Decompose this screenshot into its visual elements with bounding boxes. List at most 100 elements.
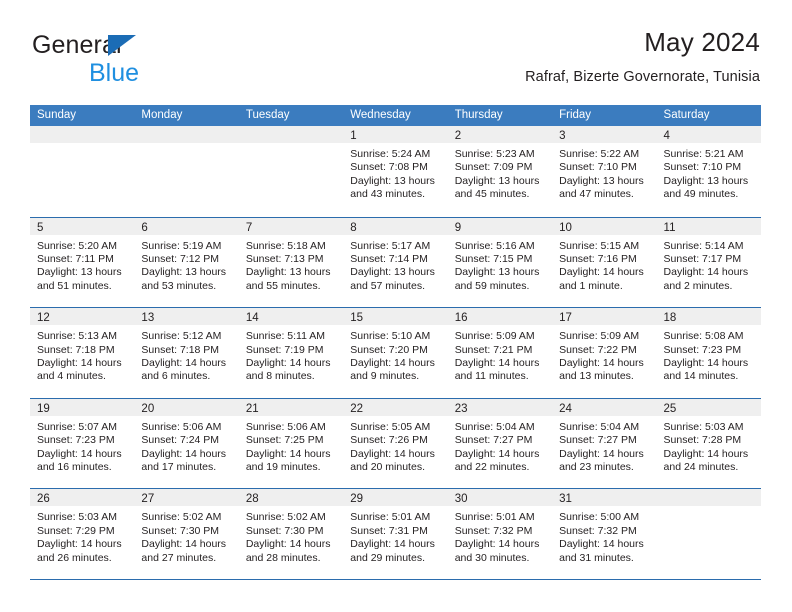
daylight-text-line2: and 11 minutes. bbox=[454, 370, 529, 383]
day-number: 17 bbox=[559, 312, 572, 325]
calendar-day-cell[interactable]: 16 Sunrise: 5:09 AM Sunset: 7:21 PM Dayligh… bbox=[447, 308, 553, 398]
day-number: 6 bbox=[141, 221, 148, 234]
day-details: Sunrise: 5:10 AM Sunset: 7:20 PM Daylight:… bbox=[343, 325, 447, 384]
calendar-day-cell[interactable]: 20 Sunrise: 5:06 AM Sunset: 7:24 PM Dayligh… bbox=[134, 398, 239, 489]
calendar-day-cell[interactable]: 24 Sunrise: 5:04 AM Sunset: 7:27 PM Dayligh… bbox=[552, 398, 657, 489]
daylight-text-line1: Daylight: 14 hours bbox=[454, 357, 540, 369]
sunrise-text: Sunrise: 5:09 AM bbox=[454, 330, 535, 343]
day-details: Sunrise: 5:20 AM Sunset: 7:11 PM Daylight:… bbox=[30, 235, 134, 294]
calendar-day-cell[interactable]: 10 Sunrise: 5:15 AM Sunset: 7:16 PM Dayligh… bbox=[552, 217, 657, 308]
daylight-text-line2: and 51 minutes. bbox=[37, 279, 112, 292]
day-number-strip: 7 bbox=[238, 217, 344, 235]
calendar-day-cell[interactable]: 26 Sunrise: 5:03 AM Sunset: 7:29 PM Dayligh… bbox=[30, 489, 135, 579]
weekday-header-saturday: Saturday bbox=[663, 109, 710, 121]
sunset-text: Sunset: 7:14 PM bbox=[350, 253, 428, 265]
daylight-text-line2: and 19 minutes. bbox=[245, 461, 321, 473]
daylight-text-line2: and 49 minutes. bbox=[663, 188, 739, 201]
calendar-day-cell[interactable]: 3 Sunrise: 5:22 AM Sunset: 7:10 PM Daylight… bbox=[552, 126, 657, 217]
daylight-text-line2: and 53 minutes. bbox=[141, 279, 217, 292]
weekday-header-wednesday: Wednesday bbox=[350, 109, 411, 121]
sunset-text: Sunset: 7:28 PM bbox=[663, 434, 742, 447]
sunrise-text: Sunrise: 5:05 AM bbox=[350, 420, 431, 433]
calendar-day-cell[interactable]: 31 Sunrise: 5:00 AM Sunset: 7:32 PM Dayligh… bbox=[552, 489, 657, 579]
daylight-text-line1: Daylight: 13 hours bbox=[350, 266, 435, 279]
calendar-day-cell[interactable]: 11 Sunrise: 5:14 AM Sunset: 7:17 PM Dayligh… bbox=[656, 217, 761, 308]
triangle-logo-icon bbox=[108, 35, 136, 56]
calendar-day-cell[interactable]: 30 Sunrise: 5:01 AM Sunset: 7:32 PM Dayligh… bbox=[447, 489, 553, 579]
daylight-text-line1: Daylight: 14 hours bbox=[245, 357, 331, 369]
grid-bottom-border bbox=[30, 578, 761, 580]
calendar-day-cell[interactable]: 23 Sunrise: 5:04 AM Sunset: 7:27 PM Dayligh… bbox=[447, 398, 553, 489]
day-number: 21 bbox=[245, 402, 259, 415]
daylight-text-line2: and 47 minutes. bbox=[559, 188, 634, 201]
day-details: Sunrise: 5:24 AM Sunset: 7:08 PM Daylight:… bbox=[343, 143, 447, 202]
daylight-text-line2: and 20 minutes. bbox=[350, 461, 425, 473]
day-details: Sunrise: 5:18 AM Sunset: 7:13 PM Daylight:… bbox=[239, 235, 343, 294]
calendar-day-cell[interactable]: 15 Sunrise: 5:10 AM Sunset: 7:20 PM Dayligh… bbox=[343, 308, 448, 398]
sunrise-text: Sunrise: 5:10 AM bbox=[350, 330, 431, 343]
calendar-day-cell[interactable]: 9 Sunrise: 5:16 AM Sunset: 7:15 PM Daylight… bbox=[447, 217, 553, 308]
sunrise-text: Sunrise: 5:17 AM bbox=[350, 239, 431, 252]
daylight-text-line1: Daylight: 14 hours bbox=[350, 357, 435, 369]
calendar-day-cell[interactable]: 19 Sunrise: 5:07 AM Sunset: 7:23 PM Dayligh… bbox=[30, 398, 135, 489]
calendar-day-cell[interactable]: 27 Sunrise: 5:02 AM Sunset: 7:30 PM Dayligh… bbox=[134, 489, 239, 579]
day-details: Sunrise: 5:16 AM Sunset: 7:15 PM Daylight:… bbox=[448, 235, 552, 294]
day-number-strip: 4 bbox=[656, 126, 761, 143]
day-number: 26 bbox=[37, 493, 50, 506]
calendar-day-cell[interactable]: 28 Sunrise: 5:02 AM Sunset: 7:30 PM Dayligh… bbox=[238, 489, 344, 579]
calendar-day-cell[interactable]: 17 Sunrise: 5:09 AM Sunset: 7:22 PM Dayligh… bbox=[552, 308, 657, 398]
calendar-day-cell[interactable]: 14 Sunrise: 5:11 AM Sunset: 7:19 PM Dayligh… bbox=[238, 308, 344, 398]
sunset-text: Sunset: 7:32 PM bbox=[559, 524, 637, 537]
page-header: General Blue May 2024 Rafraf, Bizerte Go… bbox=[30, 26, 760, 98]
day-number: 23 bbox=[454, 402, 468, 415]
calendar-day-cell[interactable]: 1 Sunrise: 5:24 AM Sunset: 7:08 PM Daylight… bbox=[343, 126, 448, 217]
daylight-text-line2: and 9 minutes. bbox=[350, 370, 420, 383]
day-number: 18 bbox=[663, 312, 677, 325]
calendar-day-cell[interactable]: 2 Sunrise: 5:23 AM Sunset: 7:09 PM Daylight… bbox=[447, 126, 553, 217]
day-number-strip: 1 bbox=[343, 126, 448, 143]
weekday-header-sunday: Sunday bbox=[37, 109, 77, 121]
calendar-empty-cell bbox=[238, 126, 344, 217]
sunset-text: Sunset: 7:27 PM bbox=[454, 434, 533, 447]
calendar-day-cell[interactable]: 25 Sunrise: 5:03 AM Sunset: 7:28 PM Dayligh… bbox=[656, 398, 761, 489]
sunrise-text: Sunrise: 5:23 AM bbox=[454, 148, 535, 160]
daylight-text-line1: Daylight: 13 hours bbox=[559, 174, 644, 187]
sunset-text: Sunset: 7:24 PM bbox=[141, 434, 220, 447]
day-number: 14 bbox=[245, 312, 259, 325]
daylight-text-line2: and 28 minutes. bbox=[245, 551, 321, 564]
calendar-day-cell[interactable]: 13 Sunrise: 5:12 AM Sunset: 7:18 PM Dayligh… bbox=[134, 308, 239, 398]
daylight-text-line1: Daylight: 13 hours bbox=[37, 266, 122, 279]
day-number-strip: 9 bbox=[447, 217, 553, 235]
day-number: 5 bbox=[37, 221, 44, 234]
day-number: 11 bbox=[663, 221, 676, 234]
day-number: 27 bbox=[141, 493, 155, 506]
calendar-day-cell[interactable]: 4 Sunrise: 5:21 AM Sunset: 7:10 PM Daylight… bbox=[656, 126, 761, 217]
calendar-week-row: 12 Sunrise: 5:13 AM Sunset: 7:18 PM Dayligh… bbox=[30, 307, 761, 398]
day-details: Sunrise: 5:23 AM Sunset: 7:09 PM Daylight:… bbox=[448, 143, 552, 202]
sunrise-text: Sunrise: 5:08 AM bbox=[663, 330, 744, 343]
general-blue-logo[interactable]: General Blue bbox=[32, 32, 262, 90]
daylight-text-line2: and 6 minutes. bbox=[141, 370, 211, 383]
calendar-day-cell[interactable]: 8 Sunrise: 5:17 AM Sunset: 7:14 PM Daylight… bbox=[343, 217, 448, 308]
calendar-day-cell[interactable]: 22 Sunrise: 5:05 AM Sunset: 7:26 PM Dayligh… bbox=[343, 398, 448, 489]
calendar-day-cell[interactable]: 6 Sunrise: 5:19 AM Sunset: 7:12 PM Daylight… bbox=[134, 217, 239, 308]
day-details: Sunrise: 5:13 AM Sunset: 7:18 PM Daylight:… bbox=[30, 325, 134, 384]
calendar-day-cell[interactable]: 5 Sunrise: 5:20 AM Sunset: 7:11 PM Daylight… bbox=[30, 217, 135, 308]
calendar-week-row: 1 Sunrise: 5:24 AM Sunset: 7:08 PM Daylight… bbox=[30, 126, 761, 217]
calendar-day-cell[interactable]: 29 Sunrise: 5:01 AM Sunset: 7:31 PM Dayligh… bbox=[343, 489, 448, 579]
day-number-strip bbox=[238, 126, 344, 143]
calendar-week-row: 5 Sunrise: 5:20 AM Sunset: 7:11 PM Daylight… bbox=[30, 216, 761, 308]
day-details: Sunrise: 5:02 AM Sunset: 7:30 PM Daylight:… bbox=[239, 506, 343, 565]
calendar-day-cell[interactable]: 7 Sunrise: 5:18 AM Sunset: 7:13 PM Daylight… bbox=[238, 217, 344, 308]
daylight-text-line1: Daylight: 14 hours bbox=[37, 447, 122, 460]
calendar-day-cell[interactable]: 18 Sunrise: 5:08 AM Sunset: 7:23 PM Dayligh… bbox=[656, 308, 761, 398]
logo-text-general: General bbox=[32, 32, 262, 59]
day-number-strip: 19 bbox=[30, 398, 135, 416]
day-details: Sunrise: 5:09 AM Sunset: 7:21 PM Daylight:… bbox=[448, 325, 552, 384]
daylight-text-line2: and 22 minutes. bbox=[454, 461, 530, 473]
sunrise-text: Sunrise: 5:21 AM bbox=[663, 148, 744, 160]
sunrise-text: Sunrise: 5:22 AM bbox=[559, 148, 640, 160]
calendar-day-cell[interactable]: 21 Sunrise: 5:06 AM Sunset: 7:25 PM Dayligh… bbox=[238, 398, 344, 489]
day-number-strip bbox=[30, 126, 135, 143]
calendar-day-cell[interactable]: 12 Sunrise: 5:13 AM Sunset: 7:18 PM Dayligh… bbox=[30, 308, 135, 398]
